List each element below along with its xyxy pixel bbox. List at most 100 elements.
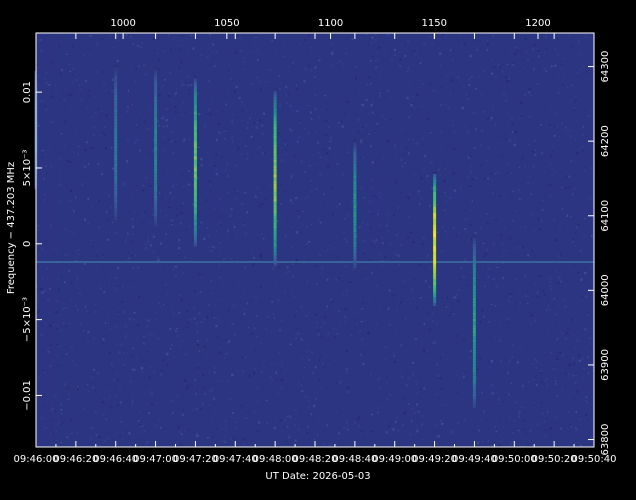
noise-speck <box>376 323 378 326</box>
noise-speck <box>383 119 386 121</box>
noise-speck <box>110 206 112 209</box>
noise-speck <box>540 372 542 374</box>
noise-speck <box>224 425 227 427</box>
noise-speck <box>271 379 273 382</box>
noise-speck <box>116 431 119 433</box>
burst-segment <box>154 105 158 109</box>
noise-speck <box>77 387 79 390</box>
noise-speck <box>568 175 571 178</box>
noise-speck <box>326 424 328 427</box>
noise-speck <box>289 435 292 438</box>
noise-speck <box>216 230 218 233</box>
noise-speck <box>104 322 107 324</box>
noise-speck <box>420 105 423 108</box>
burst-segment <box>273 168 277 172</box>
noise-speck <box>130 193 132 195</box>
burst-segment <box>114 181 118 185</box>
noise-speck <box>315 398 317 401</box>
noise-speck <box>533 229 535 231</box>
noise-speck <box>64 227 67 230</box>
noise-speck <box>498 418 501 420</box>
noise-speck <box>68 48 71 50</box>
noise-speck <box>207 227 209 229</box>
noise-speck <box>510 382 513 384</box>
noise-speck <box>166 352 169 356</box>
noise-speck <box>209 190 212 193</box>
burst-segment <box>154 114 158 118</box>
burst-segment <box>273 108 277 112</box>
noise-speck <box>480 164 483 167</box>
noise-speck <box>294 154 296 157</box>
noise-speck <box>393 48 397 51</box>
noise-speck <box>405 147 407 149</box>
noise-speck <box>259 253 262 256</box>
noise-speck <box>316 283 318 285</box>
noise-speck <box>310 180 313 182</box>
noise-speck <box>245 157 248 160</box>
noise-speck <box>180 62 183 64</box>
noise-speck <box>409 378 411 381</box>
noise-speck <box>507 393 510 396</box>
noise-speck <box>197 164 200 167</box>
noise-speck <box>158 68 160 71</box>
noise-speck <box>126 110 128 113</box>
noise-speck <box>192 203 195 205</box>
noise-speck <box>362 279 365 281</box>
noise-speck <box>252 249 254 252</box>
noise-speck <box>429 36 432 38</box>
noise-speck <box>543 171 546 174</box>
noise-speck <box>87 163 90 165</box>
noise-speck <box>585 327 588 330</box>
noise-speck <box>330 202 333 205</box>
noise-speck <box>296 332 300 335</box>
noise-speck <box>497 335 500 337</box>
noise-speck <box>546 331 548 333</box>
noise-speck <box>449 92 451 94</box>
noise-speck <box>209 193 212 196</box>
noise-speck <box>207 110 209 112</box>
noise-speck <box>389 243 391 245</box>
noise-speck <box>396 308 398 312</box>
noise-speck <box>119 129 121 131</box>
waterfall-chart: 09:46:0009:46:2009:46:4009:47:0009:47:20… <box>0 0 636 500</box>
noise-speck <box>103 84 106 87</box>
noise-speck <box>226 341 228 344</box>
noise-speck <box>481 440 483 443</box>
noise-speck <box>416 403 418 406</box>
noise-speck <box>328 126 330 128</box>
noise-speck <box>561 257 563 259</box>
noise-speck <box>400 411 403 413</box>
noise-speck <box>163 383 165 385</box>
y-right-tick-label: 64200 <box>600 125 611 157</box>
noise-speck <box>507 77 510 80</box>
noise-speck <box>565 176 568 178</box>
noise-speck <box>505 76 508 79</box>
noise-speck <box>357 118 360 121</box>
noise-speck <box>335 205 338 208</box>
burst-segment <box>472 318 476 322</box>
noise-speck <box>344 217 346 220</box>
noise-speck <box>554 126 556 128</box>
noise-speck <box>257 386 259 389</box>
noise-speck <box>423 322 425 325</box>
noise-speck <box>484 252 487 255</box>
noise-speck <box>135 357 138 360</box>
noise-speck <box>131 240 134 244</box>
noise-speck <box>120 343 123 346</box>
noise-speck <box>364 387 367 389</box>
noise-speck <box>216 336 219 338</box>
noise-speck <box>320 335 323 338</box>
noise-speck <box>58 45 60 48</box>
burst-segment <box>273 153 277 157</box>
noise-speck <box>319 355 322 357</box>
noise-speck <box>574 139 578 141</box>
noise-speck <box>158 302 161 305</box>
noise-speck <box>133 143 136 145</box>
noise-speck <box>518 166 521 169</box>
burst-segment <box>273 258 277 262</box>
noise-speck <box>221 284 223 287</box>
x-tick-label: 09:48:00 <box>253 454 298 465</box>
noise-speck <box>542 290 545 292</box>
y-right-tick-label: 63800 <box>600 424 611 456</box>
noise-speck <box>126 160 129 163</box>
